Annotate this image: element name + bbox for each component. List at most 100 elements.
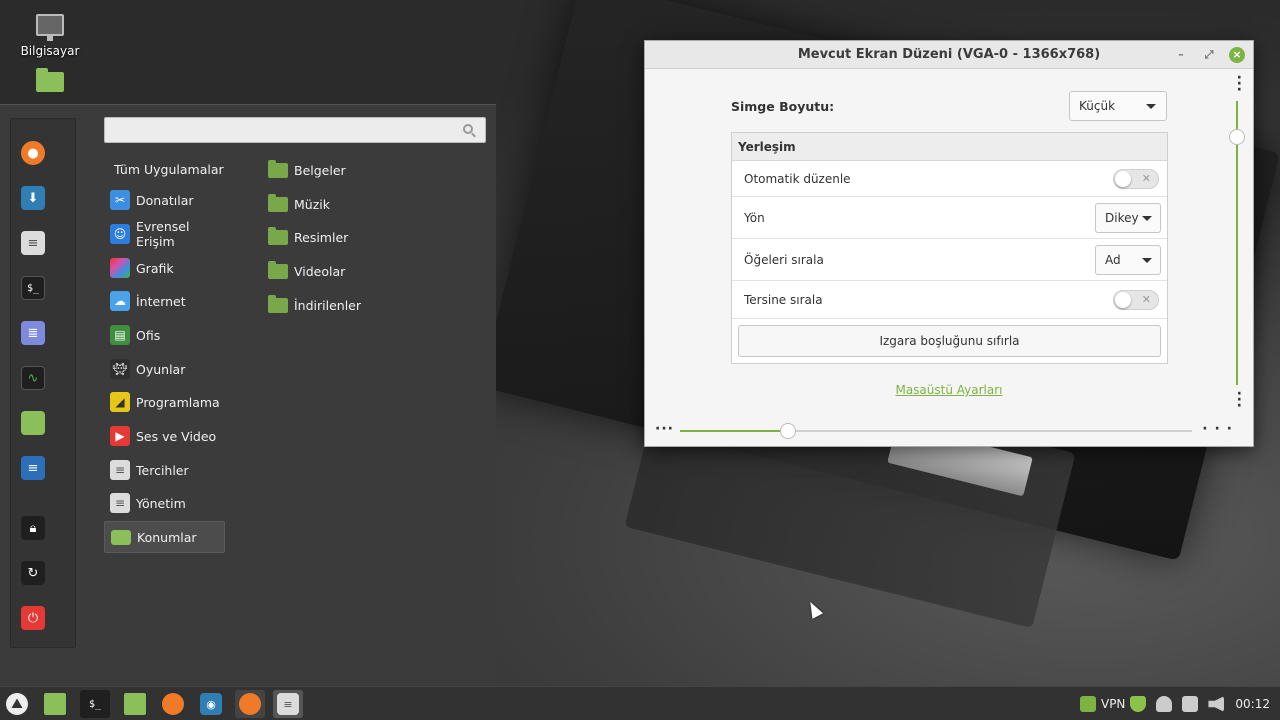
settings-icon: ≡ [277, 693, 299, 715]
taskbar-firefox-window[interactable] [235, 690, 265, 718]
category-label: Grafik [136, 260, 174, 276]
terminal-icon[interactable]: $_ [21, 276, 45, 300]
chevron-down-icon [1146, 104, 1156, 109]
category-internet[interactable]: ☁ İnternet [104, 285, 225, 317]
update-manager-icon[interactable] [1079, 696, 1096, 712]
firefox-icon[interactable]: ● [21, 141, 45, 165]
place-pictures[interactable]: Resimler [268, 221, 348, 253]
reverse-sort-label: Tersine sırala [744, 292, 823, 307]
menu-icon: ⛰︎ [6, 693, 28, 715]
close-button[interactable]: × [1229, 47, 1245, 63]
auto-arrange-label: Otomatik düzenle [744, 171, 851, 186]
layout-section: Yerleşim Otomatik düzenle ✕ Yön Dikey Öğ… [731, 132, 1168, 364]
text-editor-icon[interactable]: ≣ [21, 321, 45, 345]
application-menu: ● ⬇ ≡ $_ ≣ ∿ ≡ 🔒︎ ↻ ⏻ Tüm Uygulamalar ✂ … [0, 104, 496, 686]
notes-icon[interactable]: ≡ [21, 456, 45, 480]
screenshot-icon: ◉ [200, 693, 222, 715]
place-downloads[interactable]: İndirilenler [268, 289, 361, 321]
place-label: Müzik [294, 196, 330, 212]
computer-icon [36, 14, 64, 41]
category-label: Yönetim [136, 495, 186, 511]
administration-icon: ≡ [110, 493, 130, 513]
auto-arrange-toggle[interactable]: ✕ [1113, 168, 1159, 189]
user-icon[interactable] [1156, 696, 1173, 712]
desktop-settings-link[interactable]: Masaüstü Ayarları [645, 383, 1253, 397]
reverse-sort-toggle[interactable]: ✕ [1113, 289, 1159, 310]
settings-icon[interactable]: ≡ [21, 231, 45, 255]
category-programming[interactable]: ◢ Programlama [104, 386, 225, 418]
direction-dropdown[interactable]: Dikey [1095, 203, 1161, 233]
vertical-scroll-handle[interactable] [1229, 129, 1245, 145]
volume-icon[interactable] [1208, 696, 1225, 712]
place-music[interactable]: Müzik [268, 188, 330, 220]
toggle-knob [1115, 170, 1131, 187]
window-title: Mevcut Ekran Düzeni (VGA-0 - 1366x768) [797, 47, 1101, 62]
place-videos[interactable]: Videolar [268, 255, 345, 287]
system-monitor-icon[interactable]: ∿ [21, 366, 45, 390]
category-accessibility[interactable]: ☺ Evrensel Erişim [104, 218, 225, 250]
category-preferences[interactable]: ≡ Tercihler [104, 454, 225, 486]
files-icon [124, 693, 146, 715]
icon-size-label: Simge Boyutu: [731, 99, 835, 114]
category-administration[interactable]: ≡ Yönetim [104, 487, 225, 519]
firefox-icon [239, 693, 261, 715]
horizontal-scroll-handle[interactable] [780, 423, 796, 439]
category-all-applications[interactable]: Tüm Uygulamalar [104, 153, 225, 185]
search-icon [463, 124, 473, 134]
minimize-button[interactable]: – [1173, 47, 1189, 63]
direction-row: Yön Dikey [732, 197, 1167, 239]
chevron-down-icon [1142, 258, 1152, 263]
taskbar-settings-window[interactable]: ≡ [273, 690, 303, 718]
network-lock-icon[interactable] [1182, 696, 1199, 712]
sort-items-value: Ad [1105, 253, 1121, 267]
category-sound-video[interactable]: ▶ Ses ve Video [104, 420, 225, 452]
place-label: Videolar [294, 263, 346, 279]
category-accessories[interactable]: ✂ Donatılar [104, 184, 225, 216]
shield-icon[interactable] [1130, 696, 1147, 712]
desktop-icon-folder[interactable] [10, 68, 90, 96]
icon-size-dropdown[interactable]: Küçük [1069, 91, 1167, 121]
horizontal-scrollbar[interactable] [680, 430, 1192, 432]
category-games[interactable]: 👾︎ Oyunlar [104, 353, 225, 385]
sort-items-row: Öğeleri sırala Ad [732, 239, 1167, 281]
folder-documents-icon [268, 159, 288, 178]
category-office[interactable]: ▤ Ofis [104, 319, 225, 351]
logout-icon[interactable]: ↻ [21, 561, 45, 585]
sort-items-dropdown[interactable]: Ad [1095, 245, 1161, 275]
files-icon[interactable] [21, 411, 45, 435]
sound-video-icon: ▶ [110, 426, 130, 446]
vertical-more-icon: · · · [1236, 70, 1243, 98]
clock[interactable]: 00:12 [1235, 697, 1270, 711]
taskbar-screenshot[interactable]: ◉ [196, 690, 226, 718]
lock-icon[interactable]: 🔒︎ [21, 516, 45, 540]
folder-pictures-icon [268, 226, 288, 245]
taskbar-terminal[interactable]: $_ [80, 690, 110, 718]
accessibility-icon: ☺ [110, 224, 130, 244]
category-places[interactable]: Konumlar [104, 521, 225, 553]
games-icon: 👾︎ [110, 359, 130, 379]
icon-size-value: Küçük [1079, 99, 1116, 113]
category-graphics[interactable]: Grafik [104, 252, 225, 284]
category-label: Ofis [136, 327, 161, 343]
taskbar: ⛰︎ $_ ◉ ≡ VPN 00:12 [0, 686, 1280, 720]
folder-music-icon [268, 193, 288, 212]
accessories-icon: ✂ [110, 190, 130, 210]
window-titlebar[interactable]: Mevcut Ekran Düzeni (VGA-0 - 1366x768) –… [645, 41, 1253, 69]
maximize-button[interactable]: ⤢ [1201, 47, 1217, 63]
system-tray: VPN 00:12 [1075, 687, 1270, 720]
category-label: Evrensel Erişim [136, 219, 190, 249]
main-menu-button[interactable]: ⛰︎ [2, 690, 32, 718]
category-label: Tercihler [136, 462, 189, 478]
show-desktop-icon [44, 693, 66, 715]
taskbar-show-desktop[interactable] [40, 690, 70, 718]
power-icon[interactable]: ⏻ [21, 606, 45, 630]
vpn-label[interactable]: VPN [1101, 697, 1125, 711]
menu-search-input[interactable] [104, 117, 486, 143]
desktop-icon-computer[interactable]: Bilgisayar [10, 14, 90, 58]
taskbar-firefox[interactable] [158, 690, 188, 718]
place-documents[interactable]: Belgeler [268, 154, 346, 186]
reset-grid-spacing-button[interactable]: Izgara boşluğunu sıfırla [738, 325, 1161, 357]
taskbar-files[interactable] [120, 690, 150, 718]
category-label: Oyunlar [136, 361, 186, 377]
software-manager-icon[interactable]: ⬇ [21, 186, 45, 210]
